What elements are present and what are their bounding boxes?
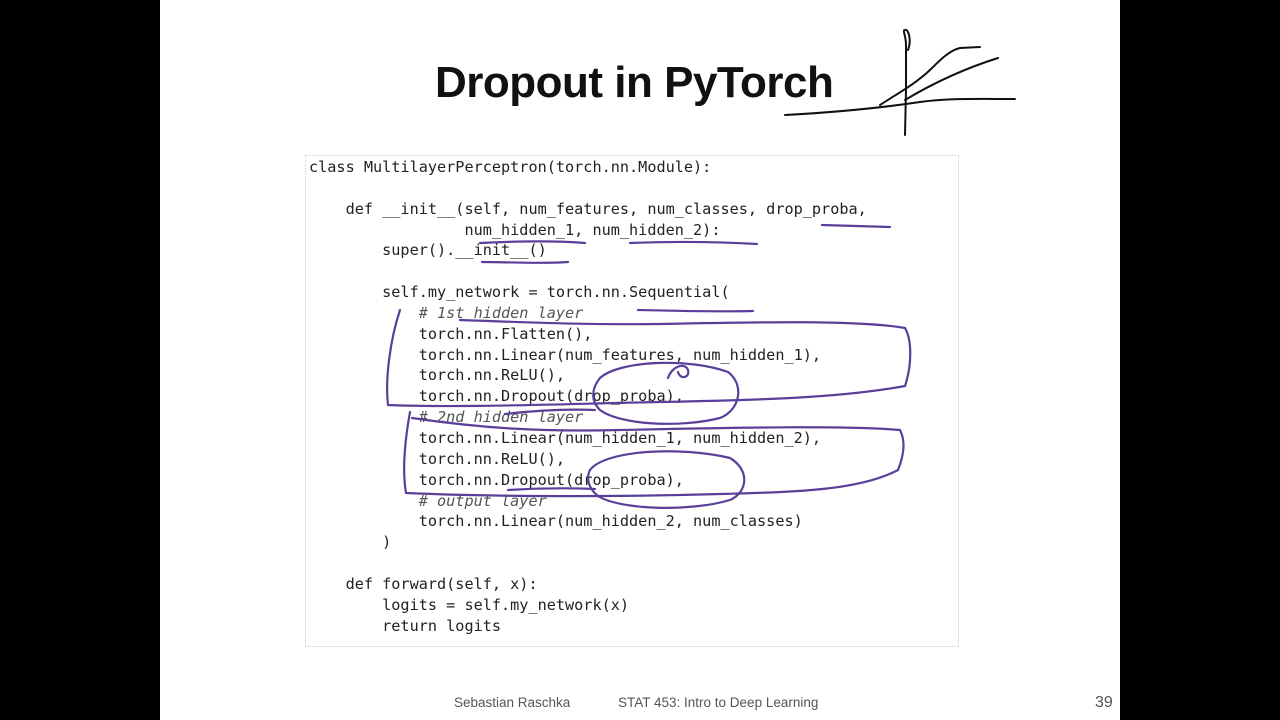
code-line: torch.nn.Linear(num_features, num_hidden…: [309, 345, 822, 364]
code-line: torch.nn.ReLU(),: [309, 366, 566, 385]
code-line: self.my_network = torch.nn.Sequential(: [309, 283, 730, 302]
code-line: torch.nn.Flatten(),: [309, 324, 593, 343]
code-line: torch.nn.Linear(num_hidden_1, num_hidden…: [309, 428, 822, 447]
code-block: class MultilayerPerceptron(torch.nn.Modu…: [309, 157, 867, 636]
code-line: def forward(self, x):: [309, 574, 538, 593]
code-line: num_hidden_1, num_hidden_2):: [309, 220, 721, 239]
code-line: ): [309, 533, 392, 552]
code-line: torch.nn.ReLU(),: [309, 449, 566, 468]
slide-title: Dropout in PyTorch: [435, 58, 834, 107]
code-line: torch.nn.Dropout(drop_proba),: [309, 387, 684, 406]
code-line: return logits: [309, 616, 502, 635]
code-line: def __init__(self, num_features, num_cla…: [309, 199, 867, 218]
footer-author: Sebastian Raschka: [454, 695, 571, 710]
code-comment-line: # 2nd hidden layer: [309, 408, 584, 427]
code-comment-line: # 1st hidden layer: [309, 303, 584, 322]
code-line: logits = self.my_network(x): [309, 595, 630, 614]
page-number: 39: [1095, 694, 1113, 711]
code-line: torch.nn.Dropout(drop_proba),: [309, 470, 684, 489]
code-comment-line: # output layer: [309, 491, 547, 510]
code-line: class MultilayerPerceptron(torch.nn.Modu…: [309, 158, 712, 176]
code-line: super().__init__(): [309, 241, 547, 260]
slide: Dropout in PyTorch class MultilayerPerce…: [160, 0, 1120, 720]
footer-course: STAT 453: Intro to Deep Learning: [618, 695, 819, 710]
code-line: torch.nn.Linear(num_hidden_2, num_classe…: [309, 512, 803, 531]
